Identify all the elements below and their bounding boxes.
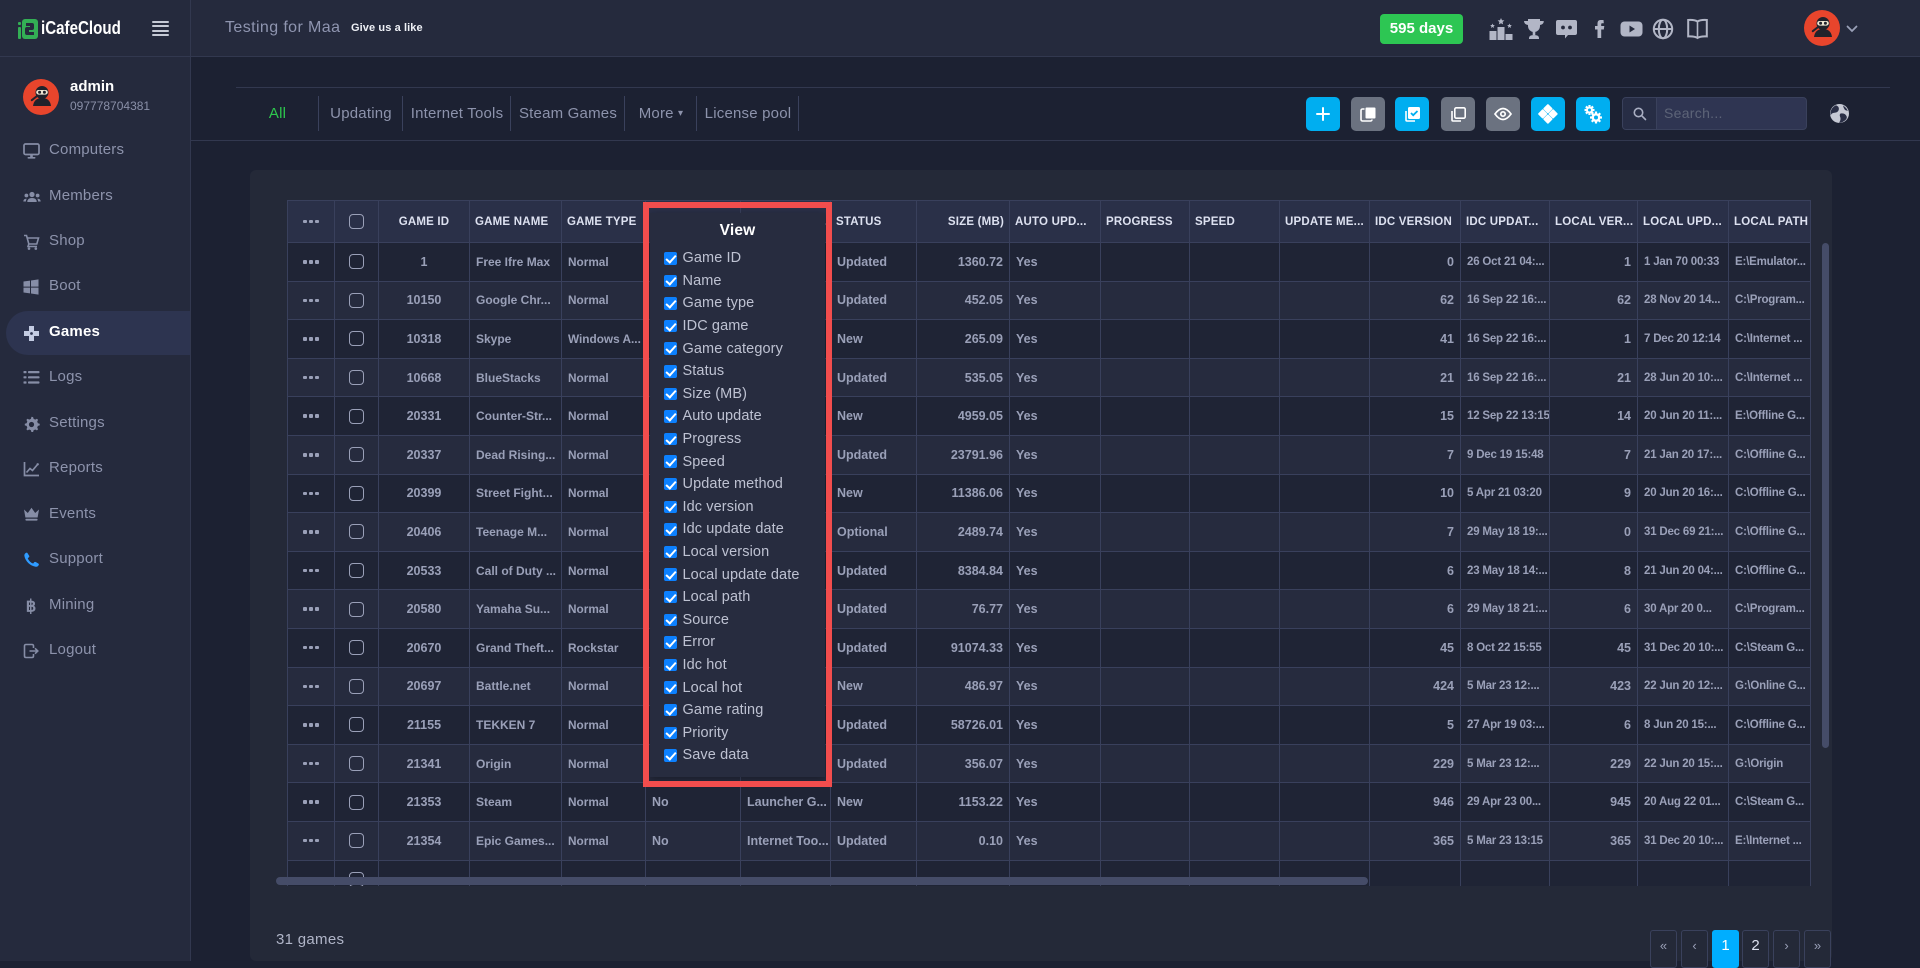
svg-text:฿: ฿: [26, 598, 37, 614]
